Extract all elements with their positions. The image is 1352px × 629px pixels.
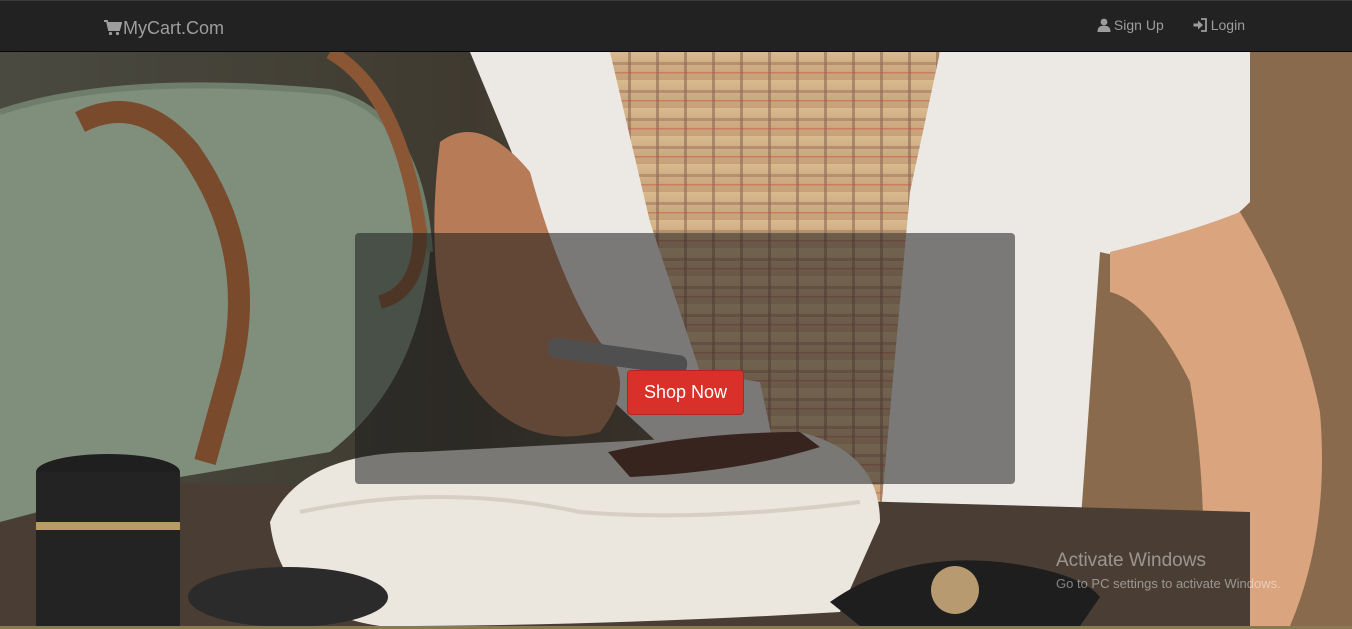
- shop-now-button[interactable]: Shop Now: [627, 370, 744, 415]
- brand-text: MyCart.Com: [123, 17, 225, 38]
- login-link[interactable]: Login: [1193, 17, 1245, 33]
- watermark-subtitle: Go to PC settings to activate Windows.: [1056, 576, 1281, 591]
- nav-links: Sign Up Login: [1097, 17, 1245, 33]
- shopping-cart-icon: [104, 20, 122, 36]
- signup-label: Sign Up: [1113, 17, 1164, 33]
- activate-windows-watermark: Activate Windows Go to PC settings to ac…: [1056, 550, 1281, 591]
- top-navbar: MyCart.Com Sign Up Login: [0, 0, 1352, 52]
- login-label: Login: [1210, 17, 1245, 33]
- user-icon: [1097, 18, 1111, 32]
- signup-link[interactable]: Sign Up: [1097, 17, 1164, 33]
- watermark-title: Activate Windows: [1056, 550, 1206, 571]
- log-in-icon: [1193, 18, 1207, 32]
- brand-link[interactable]: MyCart.Com: [104, 16, 224, 40]
- hero-overlay-box: [355, 233, 1015, 484]
